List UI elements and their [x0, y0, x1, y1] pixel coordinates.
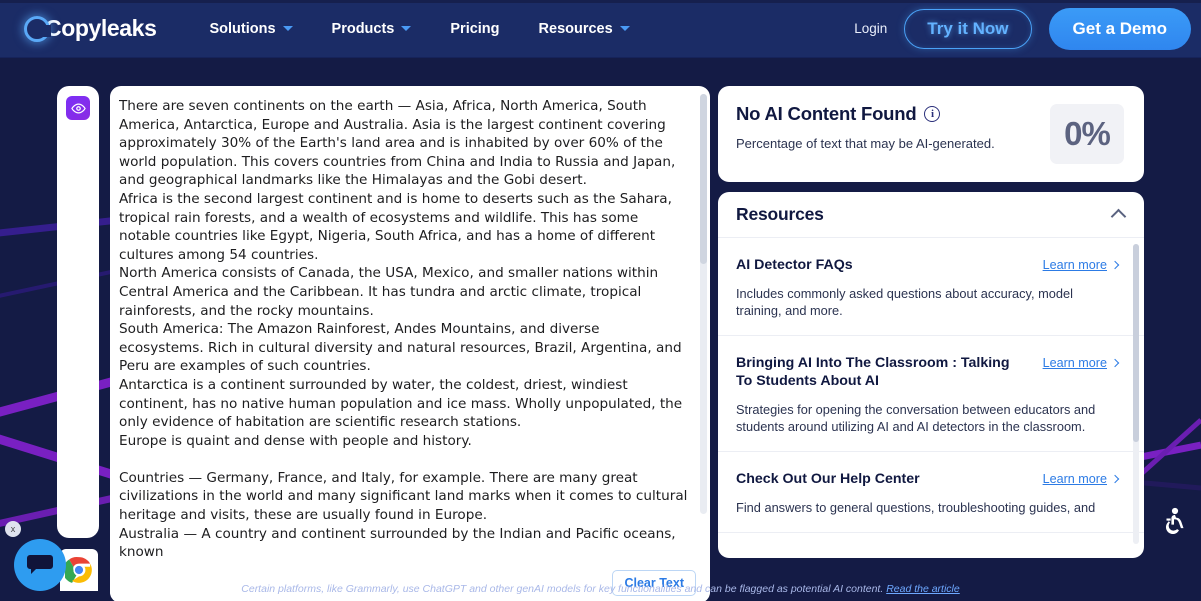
- resource-item-title: AI Detector FAQs: [736, 257, 853, 273]
- copyleaks-logo[interactable]: Copyleaks: [24, 15, 157, 42]
- accessibility-icon[interactable]: [1155, 501, 1193, 539]
- learn-more-link[interactable]: Learn more: [1042, 472, 1120, 486]
- nav-item-products[interactable]: Products: [332, 21, 412, 37]
- chevron-down-icon: [282, 26, 293, 31]
- get-a-demo-button[interactable]: Get a Demo: [1048, 7, 1191, 50]
- chat-glyph: [27, 555, 53, 574]
- logo-text: Copyleaks: [45, 15, 157, 41]
- main-content: There are seven continents on the earth …: [0, 58, 1201, 601]
- learn-more-label: Learn more: [1042, 472, 1107, 486]
- info-icon[interactable]: i: [924, 106, 941, 122]
- resource-item-header: Bringing AI Into The Classroom : Talking…: [736, 354, 1120, 390]
- ai-percentage-badge: 0%: [1050, 104, 1124, 164]
- header-top-line: [0, 0, 1201, 3]
- resources-title: Resources: [736, 204, 824, 224]
- editor-paragraph: There are seven continents on the earth …: [119, 98, 676, 189]
- nav-label-solutions: Solutions: [209, 20, 276, 37]
- editor-paragraph: Australia — A country and continent surr…: [119, 525, 676, 561]
- resources-scrollbar-thumb[interactable]: [1133, 244, 1139, 442]
- editor-paragraph: South America: The Amazon Rainforest, An…: [119, 321, 682, 375]
- eye-icon[interactable]: [66, 96, 90, 120]
- nav-item-resources[interactable]: Resources: [539, 21, 630, 37]
- chat-bubble-icon[interactable]: [14, 539, 66, 591]
- wheelchair-glyph: [1165, 507, 1184, 535]
- resource-item: Check Out Our Help Center Learn more Fin…: [718, 452, 1144, 533]
- learn-more-label: Learn more: [1042, 356, 1107, 370]
- learn-more-link[interactable]: Learn more: [1042, 356, 1120, 370]
- editor-paragraph: Africa is the second largest continent a…: [119, 190, 672, 263]
- chrome-icon[interactable]: [60, 549, 98, 591]
- footer-disclaimer-text: Certain platforms, like Grammarly, use C…: [241, 583, 884, 595]
- resource-item-title: Bringing AI Into The Classroom : Talking…: [736, 355, 1010, 389]
- footer-disclaimer: Certain platforms, like Grammarly, use C…: [0, 583, 1201, 595]
- editor-paragraph: Antarctica is a continent surrounded by …: [119, 376, 683, 431]
- header-actions: Login Try it Now Get a Demo: [854, 7, 1191, 50]
- nav-label-pricing: Pricing: [450, 20, 500, 37]
- try-it-now-button[interactable]: Try it Now: [904, 8, 1032, 49]
- resources-list: AI Detector FAQs Learn more Includes com…: [718, 238, 1144, 558]
- ai-result-title: No AI Content Found: [736, 103, 917, 124]
- chevron-down-icon: [619, 26, 630, 31]
- resource-item-description: Find answers to general questions, troub…: [736, 500, 1096, 515]
- ai-result-card: No AI Content Found i Percentage of text…: [718, 86, 1144, 182]
- text-editor-card: There are seven continents on the earth …: [110, 86, 710, 601]
- chevron-up-icon[interactable]: [1110, 208, 1127, 225]
- editor-paragraph: North America consists of Canada, the US…: [119, 265, 659, 319]
- chrome-glyph: [65, 556, 92, 583]
- nav-label-resources: Resources: [538, 20, 613, 37]
- resources-header[interactable]: Resources: [718, 192, 1144, 238]
- editor-footer: Clear Text: [110, 563, 710, 601]
- resource-item: AI Detector FAQs Learn more Includes com…: [718, 238, 1144, 336]
- resource-item-description: Strategies for opening the conversation …: [736, 402, 1096, 434]
- learn-more-label: Learn more: [1042, 258, 1107, 272]
- login-link[interactable]: Login: [854, 21, 887, 36]
- resources-scrollbar[interactable]: [1133, 244, 1139, 544]
- eye-glyph: [70, 102, 86, 114]
- editor-scrollbar[interactable]: [700, 94, 707, 514]
- editor-paragraph-blank: [119, 450, 688, 469]
- chevron-right-icon: [1110, 260, 1120, 270]
- chevron-right-icon: [1110, 358, 1120, 368]
- editor-left-toolbar: [57, 86, 99, 538]
- nav-item-pricing[interactable]: Pricing: [450, 21, 499, 37]
- main-navigation: Solutions Products Pricing Resources: [209, 20, 630, 37]
- resources-card: Resources AI Detector FAQs Learn more In…: [718, 192, 1144, 558]
- resource-item: Bringing AI Into The Classroom : Talking…: [718, 336, 1144, 452]
- read-the-article-link[interactable]: Read the article: [886, 583, 960, 595]
- editor-paragraph: Europe is quaint and dense with people a…: [119, 432, 472, 449]
- results-column: No AI Content Found i Percentage of text…: [718, 86, 1144, 558]
- resource-item-header: AI Detector FAQs Learn more: [736, 256, 1120, 274]
- logo-ring-icon: [24, 15, 51, 42]
- site-header: Copyleaks Solutions Products Pricing Res…: [0, 0, 1201, 58]
- editor-text-content[interactable]: There are seven continents on the earth …: [119, 97, 696, 563]
- resource-item-title: Check Out Our Help Center: [736, 471, 920, 487]
- editor-paragraph: Countries — Germany, France, and Italy, …: [119, 469, 688, 524]
- chevron-down-icon: [401, 26, 412, 31]
- resource-item-header: Check Out Our Help Center Learn more: [736, 470, 1120, 488]
- resource-item-description: Includes commonly asked questions about …: [736, 286, 1073, 318]
- nav-item-solutions[interactable]: Solutions: [209, 20, 293, 37]
- learn-more-link[interactable]: Learn more: [1042, 258, 1120, 272]
- nav-label-products: Products: [331, 20, 395, 37]
- editor-scrollbar-thumb[interactable]: [700, 94, 707, 264]
- chat-close-icon[interactable]: x: [5, 521, 21, 537]
- chevron-right-icon: [1110, 474, 1120, 484]
